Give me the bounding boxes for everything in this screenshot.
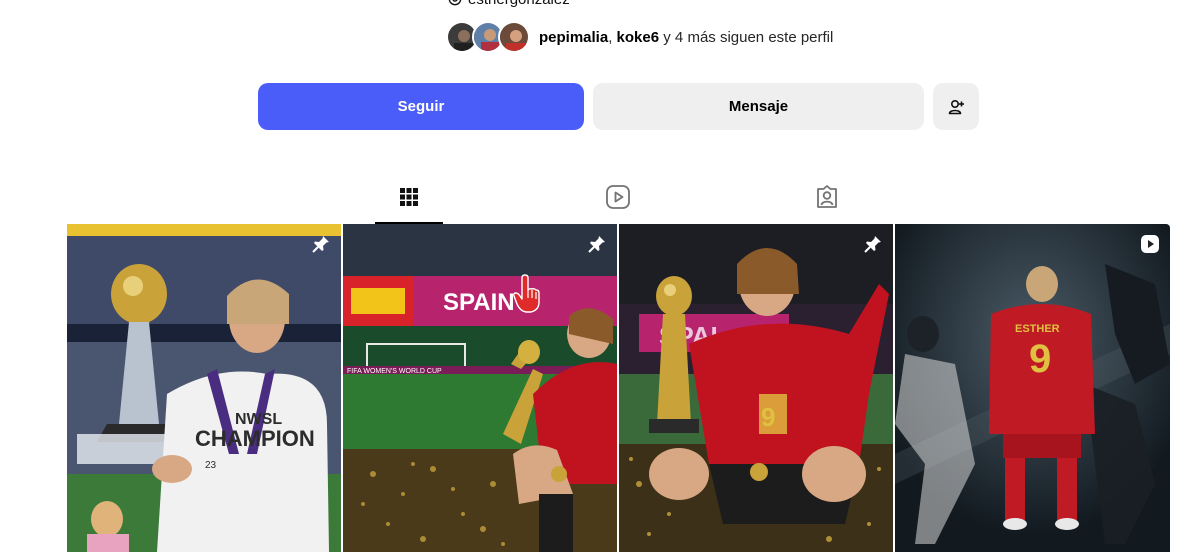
- tab-reels[interactable]: [584, 172, 652, 222]
- tab-tagged[interactable]: [793, 172, 861, 222]
- profile-handle[interactable]: esthergonzalez: [468, 0, 570, 8]
- pin-icon: [310, 233, 332, 255]
- followed-by-rest: y 4 más siguen este perfil: [663, 28, 834, 46]
- post-image: CHAMPION NWSL 23: [67, 224, 341, 552]
- follower-link[interactable]: pepimalia: [539, 29, 608, 46]
- follower-link[interactable]: koke6: [617, 29, 660, 46]
- post-thumbnail[interactable]: CHAMPION NWSL 23: [67, 224, 341, 552]
- profile-tabs: [0, 172, 1200, 224]
- post-overlay-text: 23: [205, 460, 217, 471]
- hand-cursor-icon: [513, 274, 540, 313]
- threads-icon[interactable]: [448, 0, 462, 6]
- avatar[interactable]: [498, 21, 530, 53]
- post-overlay-text: SPAIN: [443, 289, 515, 316]
- follow-button[interactable]: Seguir: [258, 83, 584, 130]
- post-overlay-text: NWSL: [235, 411, 282, 428]
- profile-handle-row: esthergonzalez: [448, 0, 570, 8]
- post-image: ESTHER 9: [895, 224, 1170, 552]
- followed-by-text: pepimalia, koke6 y 4 más siguen este per…: [539, 28, 834, 46]
- suggest-users-button[interactable]: [933, 83, 979, 130]
- reel-icon: [1139, 233, 1161, 255]
- tagged-icon: [817, 185, 837, 208]
- post-image: SPAIN FIFA WOMEN'S WORLD CUP: [343, 224, 617, 552]
- pin-icon: [862, 233, 884, 255]
- reels-icon: [606, 185, 630, 209]
- post-thumbnail[interactable]: SPAI 9: [619, 224, 893, 552]
- posts-grid: CHAMPION NWSL 23 SPAIN FIFA WOMEN'S WORL…: [67, 224, 1170, 552]
- post-image: SPAI 9: [619, 224, 893, 552]
- person-plus-icon: [948, 99, 964, 114]
- message-button[interactable]: Mensaje: [593, 83, 924, 130]
- post-overlay-text: FIFA WOMEN'S WORLD CUP: [347, 368, 442, 375]
- post-thumbnail[interactable]: SPAIN FIFA WOMEN'S WORLD CUP: [343, 224, 617, 552]
- post-overlay-text: 9: [761, 402, 775, 432]
- grid-icon: [400, 188, 418, 206]
- post-overlay-text: ESTHER: [1015, 323, 1060, 335]
- post-overlay-text: 9: [1029, 337, 1051, 381]
- follower-avatars[interactable]: [446, 21, 530, 53]
- tab-posts[interactable]: [375, 172, 443, 224]
- post-overlay-text: CHAMPION: [195, 426, 315, 451]
- post-thumbnail[interactable]: ESTHER 9: [895, 224, 1170, 552]
- followed-by-row[interactable]: pepimalia, koke6 y 4 más siguen este per…: [446, 18, 833, 56]
- pin-icon: [586, 233, 608, 255]
